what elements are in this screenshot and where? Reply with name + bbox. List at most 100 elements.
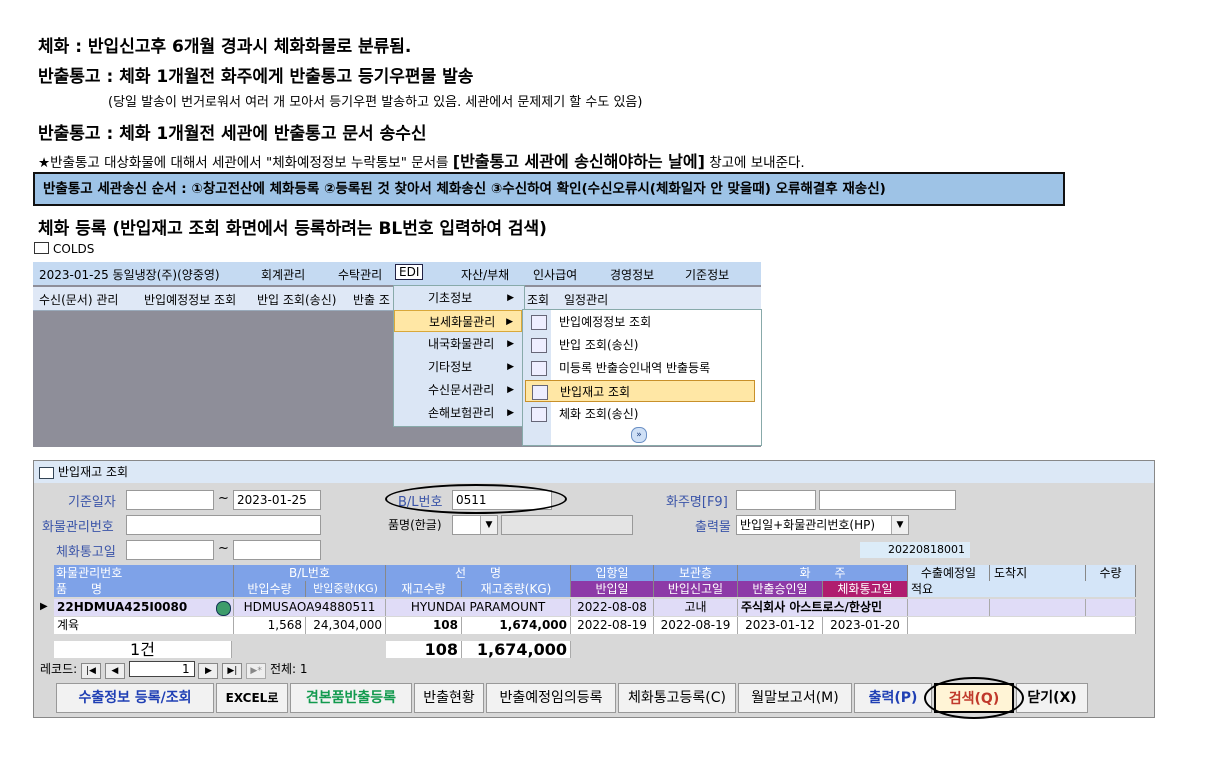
tool-import-plan[interactable]: 반입예정정보 조회 bbox=[144, 291, 236, 308]
menu-consign[interactable]: 수탁관리 bbox=[338, 266, 382, 283]
pencil-icon bbox=[531, 361, 547, 376]
col-arrival: 입항일 bbox=[571, 565, 654, 581]
menu-edi[interactable]: EDI bbox=[395, 264, 424, 280]
menu-accounting[interactable]: 회계관리 bbox=[261, 266, 305, 283]
record-current-input[interactable]: 1 bbox=[128, 661, 195, 677]
summary-weight: 1,674,000 bbox=[462, 641, 571, 658]
summary-qty: 108 bbox=[386, 641, 462, 658]
cell-in-weight: 24,304,000 bbox=[306, 617, 386, 634]
export-info-button[interactable]: 수출정보 등록/조회 bbox=[56, 683, 214, 713]
edi-domestic[interactable]: 내국화물관리 ▶ bbox=[394, 333, 522, 355]
col-quantity: 수량 bbox=[1086, 565, 1136, 581]
note-star-post: 창고에 보내준다. bbox=[709, 155, 805, 171]
new-record-icon[interactable]: ▶* bbox=[246, 663, 267, 679]
next-record-icon[interactable]: ▶ bbox=[198, 663, 219, 679]
col-item: 품 명 bbox=[54, 581, 234, 597]
note-star-pre: ★반출통고 대상화물에 대해서 세관에서 "체화예정정보 누락통보" 문서를 bbox=[38, 155, 449, 171]
base-date-to-input[interactable]: 2023-01-25 bbox=[233, 490, 321, 510]
close-button[interactable]: 닫기(X) bbox=[1016, 683, 1088, 713]
edi-basic[interactable]: 기초정보 ▶ bbox=[394, 287, 522, 309]
base-date-from-input[interactable] bbox=[126, 490, 214, 510]
submenu-import-send[interactable]: 반입 조회(송신) bbox=[525, 334, 755, 356]
bl-highlight-oval bbox=[385, 484, 567, 514]
printer-icon bbox=[34, 242, 49, 254]
tool-import-send[interactable]: 반입 조회(송신) bbox=[257, 291, 336, 308]
submenu-overdue-send[interactable]: 체화 조회(송신) bbox=[525, 403, 755, 425]
form-icon bbox=[531, 315, 547, 330]
col-in-date: 반입일 bbox=[571, 581, 654, 597]
send-order-box: 반출통고 세관송신 순서 : ①창고전산에 체화등록 ②등록된 것 찾아서 체화… bbox=[33, 172, 1065, 206]
summary-count: 1건 bbox=[54, 641, 232, 658]
col-stock-weight: 재고중량(KG) bbox=[462, 581, 571, 597]
col-notice-date: 체화통고일 bbox=[823, 581, 908, 597]
tool-export[interactable]: 반출 조 bbox=[353, 291, 390, 308]
col-vessel: 선 명 bbox=[386, 565, 571, 581]
cell-remarks bbox=[908, 617, 1136, 634]
label-owner: 화주명[F9] bbox=[666, 495, 728, 510]
export-status-button[interactable]: 반출현황 bbox=[414, 683, 484, 713]
label-output: 출력물 bbox=[695, 520, 731, 535]
monthly-report-button[interactable]: 월말보고서(M) bbox=[738, 683, 852, 713]
menu-management[interactable]: 경영정보 bbox=[610, 266, 654, 283]
prev-record-icon[interactable]: ◀ bbox=[104, 663, 125, 679]
output-order-select[interactable]: 반입일+화물관리번호(HP) ▼ bbox=[736, 515, 909, 535]
col-export-date: 수출예정일 bbox=[908, 565, 990, 581]
cell-out-approve-date: 2023-01-12 bbox=[738, 617, 823, 634]
col-bl-no: B/L번호 bbox=[234, 565, 386, 581]
grid-header: 화물관리번호 B/L번호 선 명 입항일 보관층 화 주 수출예정일 도착지 수… bbox=[54, 565, 1152, 598]
col-stock-qty: 재고수량 bbox=[386, 581, 462, 597]
chevron-down-icon[interactable]: » bbox=[631, 427, 647, 443]
edi-etc[interactable]: 기타정보 ▶ bbox=[394, 356, 522, 378]
record-label: 레코드: bbox=[40, 662, 78, 676]
chevron-down-icon: ▼ bbox=[891, 516, 908, 534]
col-remarks: 적요 bbox=[908, 581, 1136, 597]
tool-receive[interactable]: 수신(문서) 관리 bbox=[39, 291, 118, 308]
menu-assets[interactable]: 자산/부채 bbox=[461, 266, 509, 283]
cell-arrival: 2022-08-08 bbox=[571, 599, 654, 616]
label-cargo-no: 화물관리번호 bbox=[42, 520, 114, 535]
item-name-field bbox=[501, 515, 633, 535]
edi-bonded[interactable]: 보세화물관리 ▶ bbox=[394, 310, 522, 332]
tool-schedule[interactable]: 일정관리 bbox=[564, 291, 608, 308]
bonded-submenu: 반입예정정보 조회 반입 조회(송신) 미등록 반출승인내역 반출등록 반입재고… bbox=[522, 309, 762, 446]
owner-name-input[interactable] bbox=[819, 490, 956, 510]
menu-hr[interactable]: 인사급여 bbox=[533, 266, 577, 283]
row-selector-icon[interactable]: ▶ bbox=[40, 601, 48, 612]
tool-query[interactable]: 조회 bbox=[527, 291, 549, 308]
submenu-stock-query[interactable]: 반입재고 조회 bbox=[525, 380, 755, 402]
export-plan-button[interactable]: 반출예정임의등록 bbox=[486, 683, 616, 713]
item-name-select[interactable]: ▼ bbox=[452, 515, 498, 535]
cell-stock-qty: 108 bbox=[386, 617, 462, 634]
owner-code-input[interactable] bbox=[736, 490, 816, 510]
overdue-notice-button[interactable]: 체화통고등록(C) bbox=[618, 683, 736, 713]
notice-date-to-input[interactable] bbox=[233, 540, 321, 560]
label-item-name: 품명(한글) bbox=[388, 518, 442, 532]
globe-icon[interactable] bbox=[216, 601, 231, 616]
edi-insurance[interactable]: 손해보험관리 ▶ bbox=[394, 402, 522, 424]
excel-button[interactable]: EXCEL로 bbox=[216, 683, 288, 713]
submenu-unregistered-export[interactable]: 미등록 반출승인내역 반출등록 bbox=[525, 357, 755, 379]
notice-date-from-input[interactable] bbox=[126, 540, 214, 560]
print-button[interactable]: 출력(P) bbox=[854, 683, 932, 713]
cargo-no-input[interactable] bbox=[126, 515, 321, 535]
table-row[interactable]: 22HDMUA425I0080 HDMUSAOA94880511 HYUNDAI… bbox=[54, 599, 1152, 635]
note-line-2-sub: (당일 발송이 번거로워서 여러 개 모아서 등기우편 발송하고 있음. 세관에… bbox=[108, 95, 643, 110]
menu-company[interactable]: 2023-01-25 동일냉장(주)(양중영) bbox=[39, 266, 220, 283]
form-title-bar: 반입재고 조회 bbox=[34, 461, 1154, 483]
cell-bl-no: HDMUSAOA94880511 bbox=[234, 599, 386, 616]
last-record-icon[interactable]: ▶| bbox=[222, 663, 243, 679]
record-total: 전체: 1 bbox=[269, 662, 308, 676]
cell-notice-date: 2023-01-20 bbox=[823, 617, 908, 634]
sample-export-button[interactable]: 견본품반출등록 bbox=[290, 683, 412, 713]
cell-export-date bbox=[908, 599, 990, 616]
menu-standard[interactable]: 기준정보 bbox=[685, 266, 729, 283]
edi-receive-doc[interactable]: 수신문서관리 ▶ bbox=[394, 379, 522, 401]
form-icon bbox=[39, 467, 54, 479]
note-line-3: 반출통고 : 체화 1개월전 세관에 반출통고 문서 송수신 bbox=[38, 124, 427, 144]
col-floor: 보관층 bbox=[654, 565, 738, 581]
first-record-icon[interactable]: |◀ bbox=[81, 663, 101, 679]
col-in-report-date: 반입신고일 bbox=[654, 581, 738, 597]
label-base-date: 기준일자 bbox=[68, 495, 116, 510]
submenu-import-plan[interactable]: 반입예정정보 조회 bbox=[525, 311, 755, 333]
colds-caption: COLDS bbox=[34, 242, 94, 256]
